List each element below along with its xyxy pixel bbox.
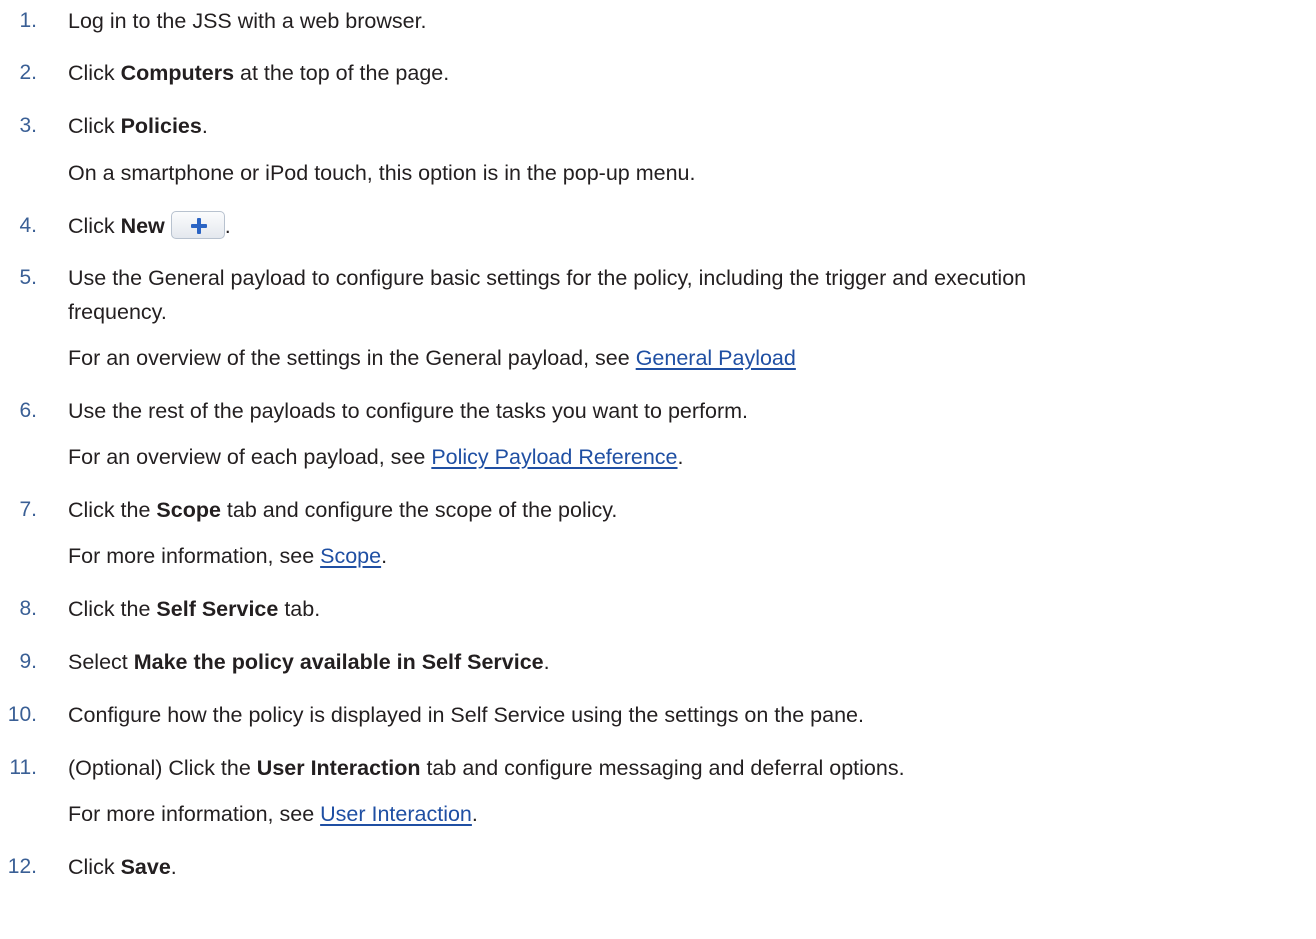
step-number: 1.: [19, 9, 37, 32]
step-text: tab.: [278, 597, 321, 621]
step-text-line: Click Save.: [68, 850, 177, 884]
step-text: Click: [68, 114, 121, 138]
step-text: .: [381, 544, 388, 568]
step-text: On a smartphone or iPod touch, this opti…: [68, 161, 696, 185]
step-text-line: Use the rest of the payloads to configur…: [68, 394, 748, 428]
step-text-line: Click New.: [68, 209, 231, 243]
step-text-line: (Optional) Click the User Interaction ta…: [68, 751, 905, 785]
step-text: Click the: [68, 498, 157, 522]
step-number: 3.: [19, 114, 37, 137]
step-text-line: Click the Self Service tab.: [68, 592, 320, 626]
link-user-interaction[interactable]: User Interaction: [320, 802, 472, 826]
ui-term-scope: Scope: [156, 498, 221, 522]
step-text: For more information, see: [68, 802, 321, 826]
step-text: Use the General payload to configure bas…: [68, 266, 1027, 290]
ui-term-save: Save: [120, 855, 171, 879]
step-text: Click: [68, 214, 121, 238]
link-general-payload[interactable]: General Payload: [636, 346, 796, 370]
ui-term-self-service: Self Service: [156, 597, 279, 621]
step-text-line: Log in to the JSS with a web browser.: [68, 4, 427, 38]
new-button[interactable]: [170, 211, 225, 240]
ui-term-user-interaction: User Interaction: [256, 756, 421, 780]
step-text: Configure how the policy is displayed in…: [68, 703, 864, 727]
step-text: (Optional) Click the: [68, 756, 257, 780]
step-text: Select: [68, 650, 134, 674]
ui-term-new: New: [120, 214, 165, 238]
step-text: For an overview of each payload, see: [68, 445, 432, 469]
step-text-line: For an overview of each payload, see Pol…: [68, 440, 684, 474]
step-text: .: [471, 802, 478, 826]
step-text-line: On a smartphone or iPod touch, this opti…: [68, 156, 695, 190]
step-text: For more information, see: [68, 544, 321, 568]
step-number: 9.: [19, 650, 37, 673]
step-text-line: Configure how the policy is displayed in…: [68, 698, 864, 732]
ui-term-computers: Computers: [120, 61, 235, 85]
step-text: .: [224, 214, 231, 238]
step-text-line: Click Computers at the top of the page.: [68, 56, 449, 90]
step-number: 12.: [7, 855, 37, 878]
link-scope[interactable]: Scope: [320, 544, 381, 568]
step-number: 4.: [19, 214, 37, 237]
step-text-line: Select Make the policy available in Self…: [68, 645, 550, 679]
step-text: Use the rest of the payloads to configur…: [68, 399, 749, 423]
step-text-line: For more information, see Scope.: [68, 539, 387, 573]
step-text: at the top of the page.: [234, 61, 450, 85]
step-text-line: For more information, see User Interacti…: [68, 797, 478, 831]
step-text-line: frequency.: [68, 295, 167, 329]
step-text: Click: [68, 61, 121, 85]
link-policy-payload-reference[interactable]: Policy Payload Reference: [431, 445, 677, 469]
ui-term-policies: Policies: [120, 114, 202, 138]
step-text: Log in to the JSS with a web browser.: [68, 9, 427, 33]
step-text-line: Click the Scope tab and configure the sc…: [68, 493, 617, 527]
step-text-line: Use the General payload to configure bas…: [68, 261, 1026, 295]
step-text: .: [170, 855, 177, 879]
step-text: .: [677, 445, 684, 469]
step-text: Click the: [68, 597, 157, 621]
step-number: 2.: [19, 61, 37, 84]
step-number: 8.: [19, 597, 37, 620]
step-text: tab and configure messaging and deferral…: [420, 756, 905, 780]
step-text-line: For an overview of the settings in the G…: [68, 341, 796, 375]
step-text: tab and configure the scope of the polic…: [220, 498, 618, 522]
step-text: .: [543, 650, 550, 674]
step-number: 5.: [19, 266, 37, 289]
step-text: For an overview of the settings in the G…: [68, 346, 636, 370]
add-icon: [190, 218, 207, 235]
step-number: 6.: [19, 399, 37, 422]
step-text: Click: [68, 855, 121, 879]
step-number: 10.: [7, 703, 37, 726]
step-text: .: [201, 114, 208, 138]
step-text: frequency.: [68, 300, 167, 324]
step-number: 7.: [19, 498, 37, 521]
step-number: 11.: [9, 756, 37, 779]
ui-term-make-the-policy-available-in-self-service: Make the policy available in Self Servic…: [133, 650, 544, 674]
step-text-line: Click Policies.: [68, 109, 208, 143]
